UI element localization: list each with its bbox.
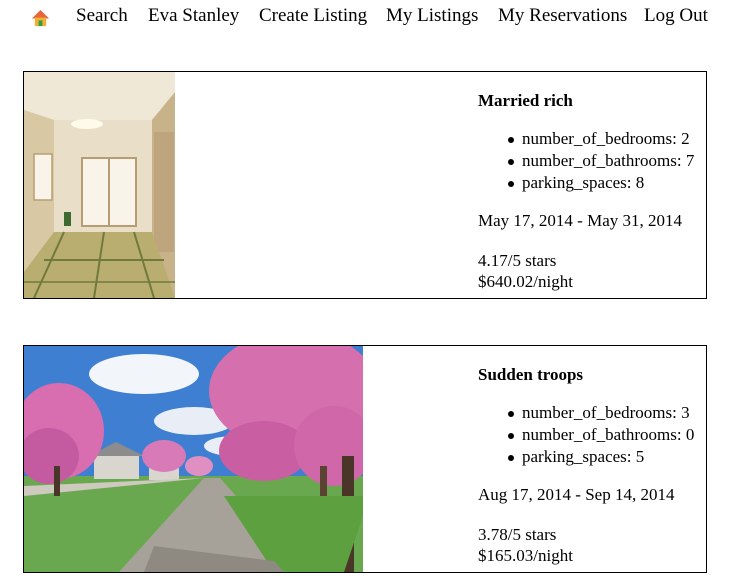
listing-feature: number_of_bedrooms: 2	[508, 128, 694, 150]
listing-rating: 3.78/5 stars	[478, 525, 557, 544]
nav-logout-link[interactable]: Log Out	[644, 5, 708, 27]
listing-price: $165.03/night	[478, 546, 573, 565]
listing-rating: 4.17/5 stars	[478, 251, 557, 270]
home-icon[interactable]	[31, 9, 50, 28]
listing-details: Sudden troops number_of_bedrooms: 3 numb…	[478, 346, 706, 572]
nav-create-listing-link[interactable]: Create Listing	[259, 5, 367, 27]
top-nav: Search Eva Stanley Create Listing My Lis…	[0, 0, 736, 34]
listing-title: Sudden troops	[478, 365, 584, 384]
listing-price: $640.02/night	[478, 272, 573, 291]
nav-my-reservations-link[interactable]: My Reservations	[498, 5, 627, 27]
listing-dates: Aug 17, 2014 - Sep 14, 2014	[478, 485, 675, 504]
listing-feature: parking_spaces: 5	[508, 446, 694, 468]
nav-search-link[interactable]: Search	[76, 5, 128, 27]
listing-feature: number_of_bedrooms: 3	[508, 402, 694, 424]
listing-features: number_of_bedrooms: 3 number_of_bathroom…	[508, 402, 694, 468]
listing-title: Married rich	[478, 91, 573, 110]
listing-features: number_of_bedrooms: 2 number_of_bathroom…	[508, 128, 694, 194]
listing-dates: May 17, 2014 - May 31, 2014	[478, 211, 682, 230]
listing-photo	[24, 346, 363, 572]
listing-feature: parking_spaces: 8	[508, 172, 694, 194]
listing-details: Married rich number_of_bedrooms: 2 numbe…	[478, 72, 706, 298]
nav-my-listings-link[interactable]: My Listings	[386, 5, 478, 27]
listing-photo	[24, 72, 175, 298]
listing-card[interactable]: Sudden troops number_of_bedrooms: 3 numb…	[23, 345, 707, 573]
listing-feature: number_of_bathrooms: 0	[508, 424, 694, 446]
listing-card[interactable]: Married rich number_of_bedrooms: 2 numbe…	[23, 71, 707, 299]
nav-user-link[interactable]: Eva Stanley	[148, 5, 239, 27]
listing-feature: number_of_bathrooms: 7	[508, 150, 694, 172]
